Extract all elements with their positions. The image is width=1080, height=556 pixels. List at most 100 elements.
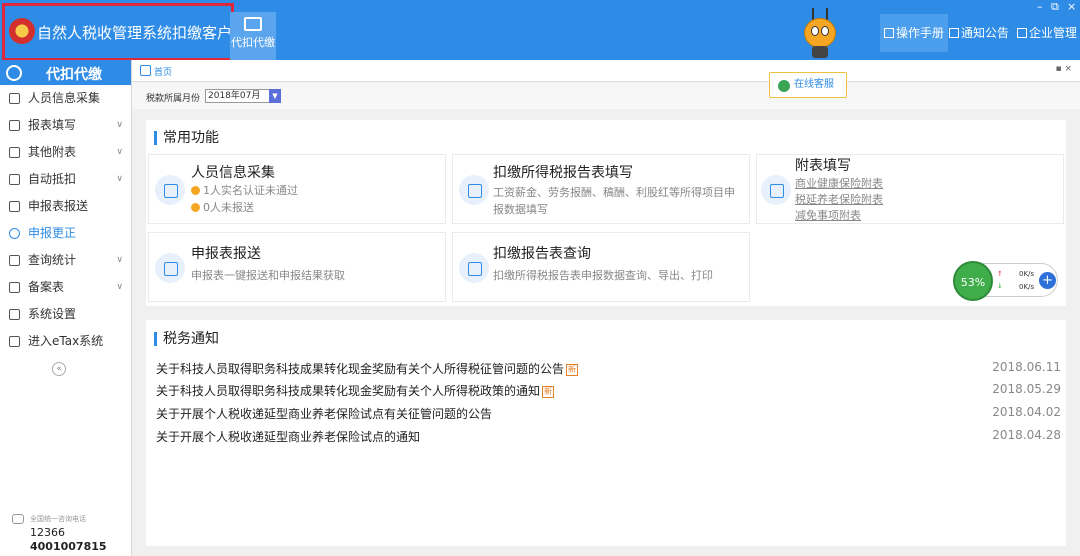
common-functions-title: 常用功能 (154, 131, 219, 145)
upload-speed: 0K/s (1019, 270, 1035, 278)
sidebar-item-query-stats[interactable]: 查询统计 ∨ (0, 247, 131, 274)
tab-bar: 首页 ▪ × (132, 60, 1080, 82)
tab-controls[interactable]: ▪ × (1055, 64, 1072, 74)
plus-icon[interactable]: + (1039, 272, 1056, 289)
dropdown-arrow-icon[interactable]: ▼ (269, 89, 281, 103)
card-submit-report[interactable]: 申报表报送 申报表一键报送和申报结果获取 (148, 232, 446, 302)
nav-tile-label: 代扣代缴 (231, 36, 275, 49)
sidebar-item-label: 报表填写 (28, 118, 77, 132)
upload-arrow-icon: ↑ (997, 270, 1003, 278)
report-icon (459, 175, 489, 205)
manual-label: 操作手册 (896, 26, 945, 40)
chevron-down-icon: ∨ (116, 282, 123, 292)
compass-icon (9, 336, 20, 347)
chevron-down-icon: ∨ (116, 147, 123, 157)
menu-icon[interactable] (6, 65, 22, 81)
card-title: 申报表报送 (191, 246, 261, 262)
sidebar-item-submit-report[interactable]: 申报表报送 (0, 193, 131, 220)
sidebar: 代扣代缴 人员信息采集 报表填写 ∨ 其他附表 ∨ 自动抵扣 ∨ 申报表报送 申报更正… (0, 60, 132, 556)
enterprise-button[interactable]: 企业管理 (1017, 14, 1077, 52)
card-report-query[interactable]: 扣缴报告表查询 扣缴所得税报告表申报数据查询、导出、打印 (452, 232, 750, 302)
sidebar-item-filing[interactable]: 备案表 ∨ (0, 274, 131, 301)
sidebar-item-person-info[interactable]: 人员信息采集 (0, 85, 131, 112)
card-desc: 报数据填写 (493, 203, 548, 216)
warning-dot-icon (191, 186, 200, 195)
close-button[interactable]: × (1067, 1, 1076, 12)
network-monitor-widget[interactable]: 53% ↑ 0K/s ↓ 0K/s + (953, 261, 1058, 301)
tab-home[interactable]: 首页 (154, 65, 172, 78)
person-icon (9, 93, 20, 104)
tax-period-select[interactable]: 2018年07月 ▼ (205, 89, 281, 103)
phone-icon (12, 514, 24, 524)
notice-button[interactable]: 通知公告 (949, 14, 1009, 52)
filter-bar: 税款所属月份 2018年07月 ▼ (132, 83, 1080, 109)
usage-gauge: 53% (953, 261, 993, 301)
card-schedules[interactable]: 附表填写 商业健康保险附表 税延养老保险附表 减免事项附表 (756, 154, 1064, 224)
notice-item[interactable]: 关于开展个人税收递延型商业养老保险试点的通知 2018.04.28 (156, 428, 1061, 448)
notice-date: 2018.04.28 (992, 428, 1061, 442)
link-health-insurance[interactable]: 商业健康保险附表 (795, 175, 883, 191)
manual-button[interactable]: 操作手册 (880, 14, 949, 52)
sidebar-item-label: 自动抵扣 (28, 172, 77, 186)
chevron-down-icon: ∨ (116, 120, 123, 130)
doc-icon (9, 201, 20, 212)
nav-tile-withholding[interactable]: 代扣代缴 (230, 12, 276, 60)
status-text: 1人实名认证未通过 (203, 184, 298, 197)
sidebar-item-correction[interactable]: 申报更正 (0, 220, 131, 247)
notice-text[interactable]: 关于科技人员取得职务科技成果转化现金奖励有关个人所得税征管问题的公告 (156, 362, 564, 376)
notice-text[interactable]: 关于科技人员取得职务科技成果转化现金奖励有关个人所得税政策的通知 (156, 384, 540, 398)
sidebar-item-label: 系统设置 (28, 307, 77, 321)
notice-item[interactable]: 关于开展个人税收递延型商业养老保险试点有关征管问题的公告 2018.04.02 (156, 405, 1061, 425)
card-person-info[interactable]: 人员信息采集 1人实名认证未通过 0人未报送 (148, 154, 446, 224)
chevron-down-icon: ∨ (116, 255, 123, 265)
mascot-bee-icon[interactable] (800, 8, 840, 58)
app-title: 自然人税收管理系统扣缴客户端 (37, 24, 248, 42)
restore-button[interactable]: ⧉ (1051, 1, 1059, 12)
link-exemption[interactable]: 减免事项附表 (795, 207, 861, 223)
new-badge: 新 (542, 386, 555, 398)
tax-notices-title: 税务通知 (154, 332, 219, 346)
sidebar-item-other-schedules[interactable]: 其他附表 ∨ (0, 139, 131, 166)
link-pension-insurance[interactable]: 税延养老保险附表 (795, 191, 883, 207)
sidebar-title: 代扣代缴 (46, 67, 102, 83)
notice-date: 2018.06.11 (992, 360, 1061, 374)
minimize-button[interactable]: – (1037, 1, 1043, 12)
card-status-2: 0人未报送 (191, 199, 254, 215)
building-icon (1017, 28, 1027, 38)
online-service-button[interactable]: 在线客服 (769, 72, 847, 98)
mascot-eye (811, 26, 819, 36)
top-bar: 自然人税收管理系统扣缴客户端 代扣代缴 操作手册 通知公告 企业管理 – ⧉ × (0, 0, 1080, 61)
download-arrow-icon: ↓ (997, 282, 1003, 290)
sidebar-item-report-fill[interactable]: 报表填写 ∨ (0, 112, 131, 139)
sidebar-item-etax[interactable]: 进入eTax系统 (0, 328, 131, 355)
sidebar-item-auto-deduct[interactable]: 自动抵扣 ∨ (0, 166, 131, 193)
card-desc: 工资薪金、劳务报酬、稿酬、利股红等所得项目申 (493, 186, 735, 199)
stats-icon (9, 255, 20, 266)
mascot-eye (821, 26, 829, 36)
manual-icon (884, 28, 894, 38)
collapse-sidebar-button[interactable]: « (52, 362, 66, 376)
home-icon (140, 65, 151, 76)
gear-icon (9, 309, 20, 320)
warning-dot-icon (191, 203, 200, 212)
chat-icon (778, 80, 790, 92)
notice-text[interactable]: 关于开展个人税收递延型商业养老保险试点有关征管问题的公告 (156, 407, 492, 421)
card-desc: 申报表一键报送和申报结果获取 (191, 269, 345, 282)
mascot-antenna (826, 8, 828, 20)
edit-icon (9, 120, 20, 131)
notice-text[interactable]: 关于开展个人税收递延型商业养老保险试点的通知 (156, 430, 420, 444)
hotline-number-2: 4001007815 (30, 540, 107, 553)
card-title: 附表填写 (795, 158, 851, 174)
file-icon (9, 282, 20, 293)
notice-item[interactable]: 关于科技人员取得职务科技成果转化现金奖励有关个人所得税征管问题的公告新 2018.… (156, 360, 1061, 380)
sidebar-menu: 人员信息采集 报表填写 ∨ 其他附表 ∨ 自动抵扣 ∨ 申报表报送 申报更正 查询统计… (0, 85, 131, 355)
notice-item[interactable]: 关于科技人员取得职务科技成果转化现金奖励有关个人所得税政策的通知新 2018.05… (156, 382, 1061, 402)
card-report-fill[interactable]: 扣缴所得税报告表填写 工资薪金、劳务报酬、稿酬、利股红等所得项目申 报数据填写 (452, 154, 750, 224)
sidebar-item-settings[interactable]: 系统设置 (0, 301, 131, 328)
online-service-label: 在线客服 (794, 79, 834, 90)
sidebar-item-label: 进入eTax系统 (28, 334, 104, 348)
app-title-box: 自然人税收管理系统扣缴客户端 (2, 3, 247, 61)
edit-icon (761, 175, 791, 205)
sidebar-item-label: 人员信息采集 (28, 91, 101, 105)
card-status-1: 1人实名认证未通过 (191, 182, 298, 198)
